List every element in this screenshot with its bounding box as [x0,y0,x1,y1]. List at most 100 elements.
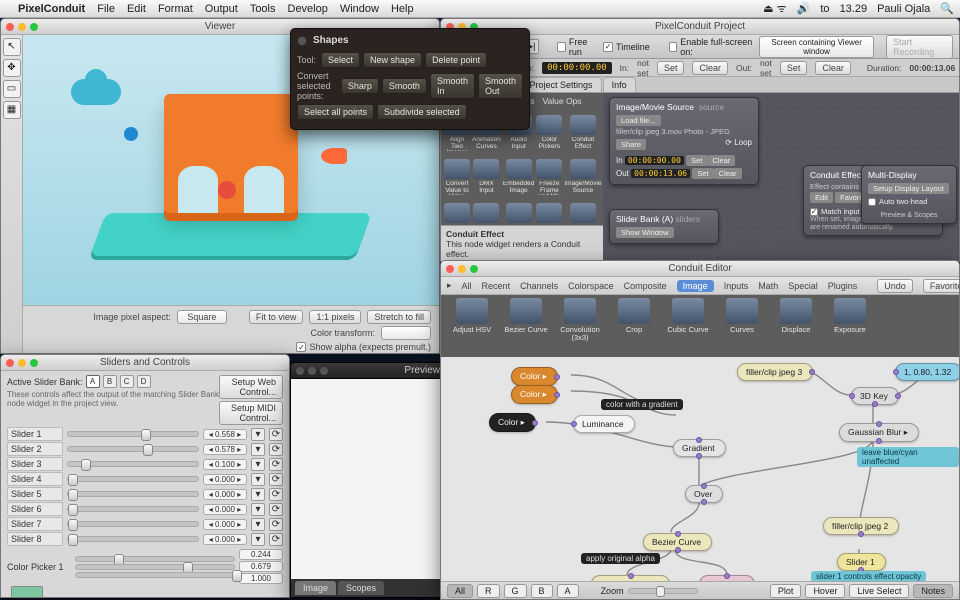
slider-name[interactable]: Slider 3 [7,457,63,471]
slider-value[interactable]: ◂ 0.558 ▸ [203,429,247,440]
slider-loop-icon[interactable]: ⟳ [269,503,283,516]
slider-track[interactable] [67,476,199,482]
menu-develop[interactable]: Develop [288,3,328,15]
channel-g[interactable]: G [504,584,527,598]
palette-item[interactable]: Adjust HSV [447,298,497,334]
smooth-button[interactable]: Smooth [382,78,427,94]
sharp-button[interactable]: Sharp [341,78,379,94]
slider-loop-icon[interactable]: ⟳ [269,443,283,456]
slider-menu-icon[interactable]: ▾ [251,503,265,516]
slider-menu-icon[interactable]: ▾ [251,473,265,486]
palette-item[interactable]: Convert Value to Video [444,153,470,195]
slider-menu-icon[interactable]: ▾ [251,518,265,531]
hover-toggle[interactable]: Hover [805,584,845,598]
traffic-lights[interactable] [446,265,478,273]
display-node[interactable]: Multi-Display Setup Display Layout Auto … [861,165,957,224]
shapes-popover[interactable]: Shapes Tool: Select New shape Delete poi… [290,28,530,130]
grid-tool-icon[interactable]: ▦ [3,101,21,119]
tab-info[interactable]: Info [603,77,636,92]
deletepoint-button[interactable]: Delete point [425,52,487,68]
zoom-slider[interactable] [628,588,698,594]
out-clear-button[interactable]: Clear [815,61,851,75]
slider-name[interactable]: Slider 8 [7,532,63,546]
palette-item[interactable]: Bezier Curve [501,298,551,334]
slider-track[interactable] [67,431,199,437]
arrow-tool-icon[interactable]: ↖ [3,38,21,56]
palette-item[interactable]: Image/Movie Source [564,153,601,195]
in-clear-button[interactable]: Clear [692,61,728,75]
palette-item[interactable]: Displace [771,298,821,334]
menu-file[interactable]: File [97,3,115,15]
slider-menu-icon[interactable]: ▾ [251,443,265,456]
menu-edit[interactable]: Edit [127,3,146,15]
hand-tool-icon[interactable]: ✥ [3,59,21,77]
clip-node[interactable]: filler/clip jpeg 2 [823,517,899,535]
one-to-one-button[interactable]: 1:1 pixels [309,310,361,324]
bank-c[interactable]: C [120,375,134,388]
alpha-checkbox[interactable]: ✓Show alpha (expects premult.) [296,342,431,352]
slider-name[interactable]: Slider 5 [7,487,63,501]
color-node[interactable]: Color ▸ [511,367,558,386]
luminance-node[interactable]: Luminance [573,415,635,433]
palette-item[interactable]: Curves [717,298,767,334]
slider-value[interactable]: ◂ 0.000 ▸ [203,534,247,545]
user-name[interactable]: Pauli Ojala [877,3,930,15]
load-file-button[interactable]: Load file... [616,115,661,126]
slider-menu-icon[interactable]: ▾ [251,488,265,501]
palette-item[interactable]: Conduit Effect [564,109,601,151]
gradient-node[interactable]: Gradient [673,439,726,457]
slider-menu-icon[interactable]: ▾ [251,458,265,471]
sliderbank-node[interactable]: Slider Bank (A) sliders Show Window [609,209,719,244]
tab-projectsettings[interactable]: Project Settings [521,77,602,92]
slider-loop-icon[interactable]: ⟳ [269,533,283,546]
undo-button[interactable]: Undo [877,279,913,293]
volume-icon[interactable]: 🔊 [797,2,811,15]
livesel-toggle[interactable]: Live Select [849,584,909,598]
preview-tab-scopes[interactable]: Scopes [338,581,384,595]
freerun-radio[interactable]: Free run [557,37,597,57]
slider-track[interactable] [67,446,199,452]
slider-loop-icon[interactable]: ⟳ [269,458,283,471]
over-node[interactable]: Over [685,485,723,503]
close-icon[interactable] [297,36,307,46]
traffic-lights[interactable] [6,23,38,31]
slider-loop-icon[interactable]: ⟳ [269,473,283,486]
slider-name[interactable]: Slider 7 [7,517,63,531]
slider-menu-icon[interactable]: ▾ [251,428,265,441]
in-set-button[interactable]: Set [657,61,685,75]
select-button[interactable]: Select [321,52,360,68]
out-set-button[interactable]: Set [780,61,808,75]
setup-web-button[interactable]: Setup Web Control... [219,375,283,399]
palette-item[interactable]: Embedded Image [503,153,534,195]
bank-a[interactable]: A [86,375,100,388]
slider-menu-icon[interactable]: ▾ [251,533,265,546]
channel-all[interactable]: All [447,584,473,598]
slider-track[interactable] [67,506,199,512]
slider-track[interactable] [67,521,199,527]
favorites-button[interactable]: Favorites [923,279,960,293]
color-swatch-1[interactable] [11,586,43,598]
slider-value[interactable]: ◂ 0.100 ▸ [203,459,247,470]
bezier-node[interactable]: Bezier Curve [643,533,712,551]
traffic-lights[interactable] [296,367,328,375]
menu-tools[interactable]: Tools [250,3,276,15]
aspect-select[interactable]: Square [177,310,227,324]
palette-item[interactable]: Color Pickers [536,109,562,151]
slider-node[interactable]: Slider 1 [837,553,886,571]
slider-name[interactable]: Slider 1 [7,427,63,441]
slider-name[interactable]: Slider 2 [7,442,63,456]
slider-value[interactable]: ◂ 0.000 ▸ [203,489,247,500]
app-name[interactable]: PixelConduit [18,3,85,15]
palette-item[interactable]: Freeze Frame and Mix [536,153,562,195]
bank-b[interactable]: B [103,375,117,388]
channel-r[interactable]: R [477,584,500,598]
smoothout-button[interactable]: Smooth Out [478,73,523,99]
palette-item[interactable]: Exposure [825,298,875,334]
fit-button[interactable]: Fit to view [249,310,304,324]
channel-b[interactable]: B [531,584,553,598]
notes-toggle[interactable]: Notes [913,584,953,598]
palette-item[interactable]: DMX Input [472,153,501,195]
slider-track[interactable] [67,536,199,542]
slider-loop-icon[interactable]: ⟳ [269,488,283,501]
palette-item[interactable]: Crop [609,298,659,334]
